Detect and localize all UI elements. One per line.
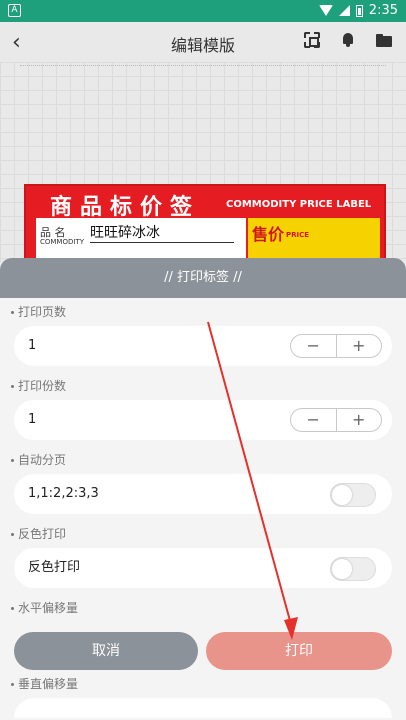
arrow-head	[284, 617, 298, 640]
annotation-arrow	[207, 321, 298, 640]
arrow-line	[207, 321, 293, 629]
